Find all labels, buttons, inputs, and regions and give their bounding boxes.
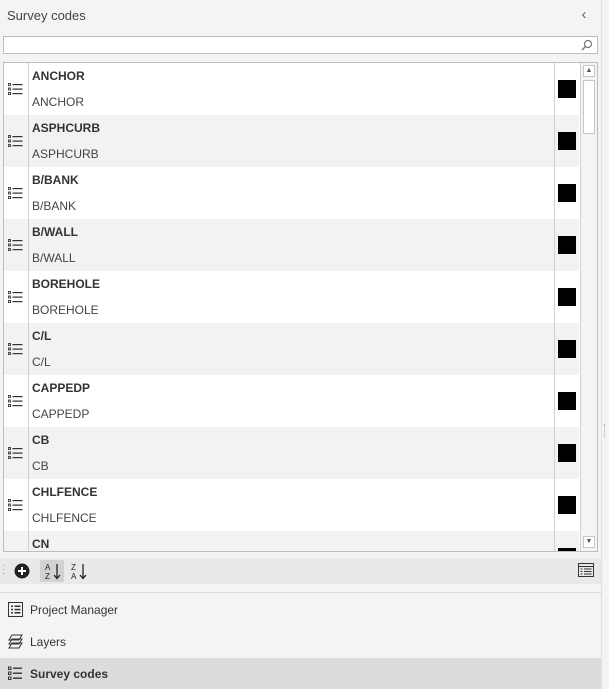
color-swatch[interactable] [558,184,576,202]
search-icon[interactable] [581,39,593,51]
nav-label: Project Manager [30,603,119,617]
svg-text:A: A [45,563,51,572]
color-swatch[interactable] [558,132,576,150]
table-row[interactable]: ANCHOR ANCHOR [4,63,579,115]
vertical-scrollbar[interactable]: ▲ ▼ [580,63,597,551]
search-field[interactable] [6,38,576,52]
survey-codes-icon [8,666,22,680]
sort-descending-button[interactable]: Z A [66,560,90,582]
color-swatch[interactable] [558,496,576,514]
code-description: CHLFENCE [32,511,97,525]
nav-item-project-manager[interactable]: Project Manager [0,594,601,625]
code-list-icon [4,323,29,375]
color-cell[interactable] [554,323,580,375]
resize-grip[interactable] [604,424,607,438]
code-name: C/L [32,329,52,343]
table-row[interactable]: ASPHCURB ASPHCURB [4,115,579,167]
code-description: CB [32,459,49,473]
section-divider [0,592,601,593]
color-cell[interactable] [554,427,580,479]
table-row[interactable]: B/BANK B/BANK [4,167,579,219]
code-list-icon [4,219,29,271]
sort-a-z-icon: A Z [45,563,61,580]
code-list-icon [4,167,29,219]
code-list-icon [4,479,29,531]
color-cell[interactable] [554,271,580,323]
chevron-left-icon[interactable]: ‹ [576,7,592,23]
scroll-thumb[interactable] [583,80,595,134]
code-description: B/WALL [32,251,76,265]
table-row[interactable]: CNCN [4,531,580,551]
color-cell[interactable] [554,479,580,531]
color-cell[interactable] [554,115,580,167]
svg-text:Z: Z [71,563,76,572]
table-row[interactable]: CHLFENCE CHLFENCE [4,479,579,531]
code-list-icon [4,115,29,167]
code-name: ANCHOR [32,69,85,83]
sort-z-a-icon: Z A [71,563,87,580]
color-swatch[interactable] [558,444,576,462]
code-list-icon [4,375,29,427]
color-swatch[interactable] [558,392,576,410]
code-list-icon [4,531,29,551]
code-description: ASPHCURB [32,147,99,161]
color-swatch[interactable] [558,548,576,551]
code-list-icon [4,63,29,115]
nav-item-layers[interactable]: Layers [0,626,601,657]
code-description: C/L [32,355,51,369]
nav-label: Survey codes [30,667,109,681]
code-list-icon [4,271,29,323]
plus-circle-icon [14,563,30,579]
panel-header: Survey codes ‹ [0,0,601,32]
table-row[interactable]: BOREHOLE BOREHOLE [4,271,579,323]
color-swatch[interactable] [558,80,576,98]
layers-icon [8,634,23,649]
list-view-icon [578,563,594,577]
add-code-button[interactable] [10,560,34,582]
color-swatch[interactable] [558,340,576,358]
code-description: CAPPEDP [32,407,90,421]
color-cell[interactable] [554,219,580,271]
table-row[interactable]: CAPPEDP CAPPEDP [4,375,579,427]
code-name: CHLFENCE [32,485,98,499]
scroll-down-icon[interactable]: ▼ [583,536,595,548]
code-list-icon [4,427,29,479]
sort-ascending-button[interactable]: A Z [40,560,64,582]
toolbar-grip[interactable]: · · · [2,561,5,579]
project-manager-icon [8,602,23,617]
code-name: B/BANK [32,173,79,187]
table-row[interactable]: C/L C/L [4,323,579,375]
code-name: CN [32,537,50,551]
scroll-up-icon[interactable]: ▲ [583,65,595,77]
table-row[interactable]: B/WALL B/WALL [4,219,579,271]
code-description: B/BANK [32,199,77,213]
survey-codes-rows: ANCHOR ANCHOR ASPHCURB ASPHCURB B/BANK B/BANK… [4,63,580,551]
nav-item-survey-codes[interactable]: Survey codes [0,658,601,689]
code-name: BOREHOLE [32,277,101,291]
code-description: ANCHOR [32,95,85,109]
code-name: ASPHCURB [32,121,101,135]
color-cell[interactable] [554,375,580,427]
color-swatch[interactable] [558,288,576,306]
list-view-button[interactable] [574,560,598,582]
list-toolbar: · · · A Z Z A [0,558,601,584]
code-description: BOREHOLE [32,303,99,317]
survey-codes-list[interactable]: ANCHOR ANCHOR ASPHCURB ASPHCURB B/BANK B/BANK… [3,62,598,552]
color-swatch[interactable] [558,236,576,254]
svg-text:A: A [71,572,77,580]
table-row[interactable]: CB CB [4,427,579,479]
svg-text:Z: Z [45,572,50,580]
code-name: CB [32,433,50,447]
nav-label: Layers [30,635,67,649]
code-name: B/WALL [32,225,78,239]
panel-title: Survey codes [7,8,86,23]
code-name: CAPPEDP [32,381,91,395]
color-cell[interactable] [554,63,580,115]
panel-resize-edge[interactable] [601,0,609,689]
color-cell[interactable] [554,531,580,551]
color-cell[interactable] [554,167,580,219]
search-input[interactable] [3,36,598,54]
